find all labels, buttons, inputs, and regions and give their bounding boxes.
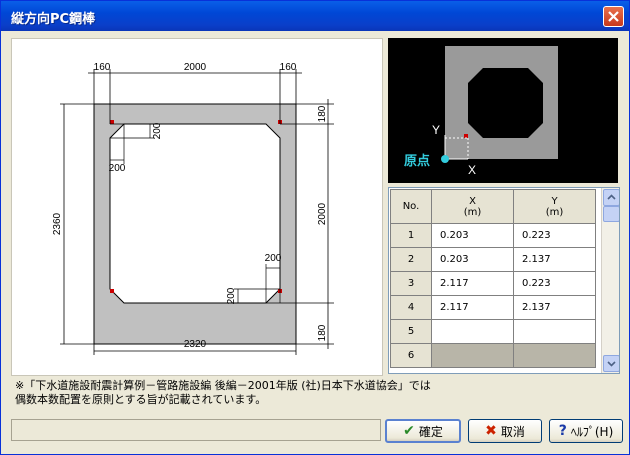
cell-y[interactable]: 2.137 [513,295,596,320]
close-icon [608,11,619,22]
row-number: 5 [390,319,432,344]
dim-left: 2360 [52,212,63,235]
cell-y[interactable] [513,319,596,344]
cancel-label: 取消 [500,424,525,439]
dim-chamfer-tl-v: 200 [152,122,163,139]
cell-y[interactable]: 2.137 [513,247,596,272]
dialog-window: 縦方向PC鋼棒 160 2000 160 2360 180 2000 180 2… [0,0,630,455]
row-number: 4 [390,295,432,320]
row-number: 2 [390,247,432,272]
row-number: 3 [390,271,432,296]
scroll-thumb[interactable] [603,206,619,222]
confirm-button[interactable]: ✔ 確定 [385,419,461,443]
dim-top-left: 160 [94,62,111,73]
table-row: 3 2.117 0.223 [390,271,596,296]
col-header-y: Y (m) [513,189,596,224]
status-field [11,419,381,441]
col-header-y-unit: (m) [545,206,564,218]
col-header-y-label: Y [551,195,558,207]
cell-x[interactable] [431,319,514,344]
table-row: 6 [390,343,596,368]
origin-icon [441,155,449,163]
reference-note: ※「下水道施設耐震計算例－管路施設編 後編－2001年版 (社)日本下水道協会」… [15,379,431,407]
table-row: 5 [390,319,596,344]
x-axis-label: X [468,163,476,177]
close-button[interactable] [603,6,624,27]
rebar-point [110,289,114,293]
note-line-2: 偶数本数配置を原則とする旨が記載されています。 [15,393,267,406]
row-number: 1 [390,223,432,248]
scroll-up-button[interactable] [603,189,619,206]
dim-right-bottom: 180 [317,324,328,341]
col-header-x-unit: (m) [463,206,482,218]
dim-chamfer-br-v: 200 [226,287,237,304]
table-row: 1 0.203 0.223 [390,223,596,248]
chevron-down-icon [607,361,616,367]
title-bar: 縦方向PC鋼棒 [1,1,629,31]
help-button[interactable]: ? ﾍﾙﾌﾟ(H) [549,419,623,443]
col-header-x-label: X [469,195,476,207]
cell-x[interactable] [431,343,514,368]
dim-right-top: 180 [317,105,328,122]
coordinate-grid[interactable]: No. X (m) Y (m) 1 0.203 0.223 2 0.203 2.… [388,187,620,374]
col-header-no: No. [390,189,432,224]
dim-chamfer-tl-h: 200 [109,163,126,174]
table-row: 2 0.203 2.137 [390,247,596,272]
note-line-1: ※「下水道施設耐震計算例－管路施設編 後編－2001年版 (社)日本下水道協会」… [15,379,431,392]
rebar-point [110,120,114,124]
coordinate-table: No. X (m) Y (m) 1 0.203 0.223 2 0.203 2.… [390,189,596,368]
preview-opening [468,68,543,138]
col-header-x: X (m) [431,189,514,224]
cell-y[interactable]: 0.223 [513,223,596,248]
help-question-icon: ? [558,423,567,439]
origin-preview: Y X 原点 [388,38,618,183]
cell-x[interactable]: 0.203 [431,223,514,248]
confirm-label: 確定 [418,424,443,439]
table-row: 4 2.117 2.137 [390,295,596,320]
scroll-down-button[interactable] [603,355,619,372]
dim-chamfer-br-h: 200 [265,253,282,264]
cell-x[interactable]: 2.117 [431,295,514,320]
inner-opening [109,123,281,304]
dim-bottom: 2320 [184,339,207,350]
dim-top-mid: 2000 [184,62,207,73]
vertical-scrollbar[interactable] [601,188,619,373]
origin-label: 原点 [404,153,430,168]
window-title: 縦方向PC鋼棒 [11,12,96,27]
cancel-x-icon: ✖ [485,423,497,439]
y-axis-label: Y [432,123,440,137]
preview-rebar-point [464,134,468,138]
row-number: 6 [390,343,432,368]
cell-x[interactable]: 2.117 [431,271,514,296]
chevron-up-icon [607,194,616,200]
cancel-button[interactable]: ✖ 取消 [468,419,542,443]
cell-y[interactable]: 0.223 [513,271,596,296]
section-drawing: 160 2000 160 2360 180 2000 180 2320 200 … [11,38,383,376]
dim-right-mid: 2000 [317,202,328,225]
help-label: ﾍﾙﾌﾟ(H) [570,424,614,439]
left-dimension [60,103,94,345]
cell-x[interactable]: 0.203 [431,247,514,272]
cell-y[interactable] [513,343,596,368]
dim-top-right: 160 [280,62,297,73]
checkmark-icon: ✔ [403,423,415,439]
